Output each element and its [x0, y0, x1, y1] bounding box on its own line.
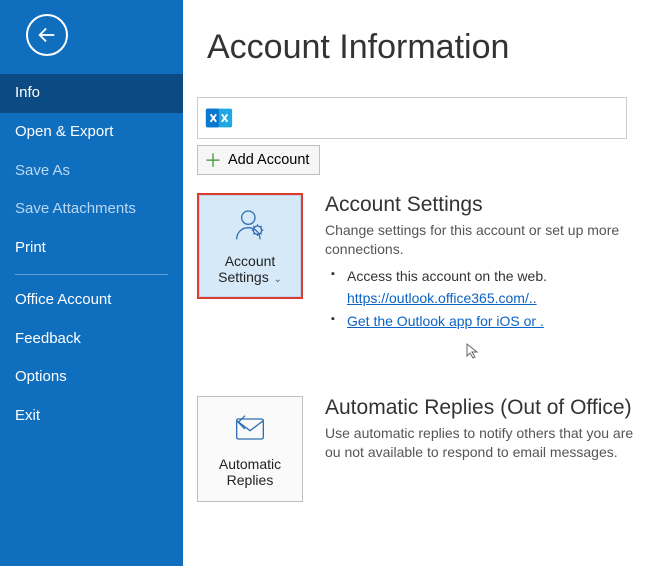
section-heading: Account Settings — [325, 193, 642, 217]
sidebar-item-save-attachments: Save Attachments — [0, 190, 183, 229]
sidebar-item-label: Open & Export — [15, 123, 113, 140]
sidebar-item-options[interactable]: Options — [0, 358, 183, 397]
sidebar-item-feedback[interactable]: Feedback — [0, 320, 183, 359]
arrow-left-icon — [36, 24, 58, 46]
sidebar-item-label: Save Attachments — [15, 200, 136, 217]
separator — [15, 274, 168, 275]
account-selector-area: ＋ Add Account — [197, 97, 648, 175]
bullet-item: Get the Outlook app for iOS or . — [325, 310, 642, 332]
bullet-item: Access this account on the web. https://… — [325, 265, 642, 310]
sidebar-item-open-export[interactable]: Open & Export — [0, 113, 183, 152]
auto-replies-section: Automatic Replies Automatic Replies (Out… — [197, 396, 648, 502]
back-area — [0, 0, 183, 74]
sidebar-item-office-account[interactable]: Office Account — [0, 281, 183, 320]
sidebar-item-label: Info — [15, 84, 40, 101]
sidebar-item-exit[interactable]: Exit — [0, 397, 183, 436]
back-button[interactable] — [26, 14, 68, 56]
exchange-icon — [204, 103, 234, 133]
user-gear-icon — [230, 206, 270, 249]
auto-replies-content: Automatic Replies (Out of Office) Use au… — [325, 396, 648, 502]
sidebar-item-label: Options — [15, 368, 67, 385]
chevron-down-icon: ⌄ — [271, 274, 282, 285]
account-settings-content: Account Settings Change settings for thi… — [325, 193, 648, 332]
tile-label: Automatic Replies — [198, 456, 302, 488]
envelope-reply-icon — [230, 409, 270, 452]
sidebar-item-info[interactable]: Info — [0, 74, 183, 113]
sidebar-item-save-as: Save As — [0, 152, 183, 191]
sidebar-item-label: Exit — [15, 407, 40, 424]
section-desc: Change settings for this account or set … — [325, 221, 642, 259]
account-dropdown[interactable] — [197, 97, 627, 139]
account-settings-section: Account Settings ⌄ Account Settings Chan… — [197, 193, 648, 332]
sidebar: Info Open & Export Save As Save Attachme… — [0, 0, 183, 566]
add-account-label: Add Account — [228, 152, 309, 168]
sidebar-item-label: Feedback — [15, 330, 81, 347]
automatic-replies-tile[interactable]: Automatic Replies — [197, 396, 303, 502]
sidebar-item-print[interactable]: Print — [0, 229, 183, 268]
plus-icon: ＋ — [204, 147, 222, 173]
bullet-text: Access this account on the web. — [347, 268, 547, 284]
outlook-app-link[interactable]: Get the Outlook app for iOS or . — [347, 313, 544, 329]
page-title: Account Information — [183, 0, 648, 67]
tile-label-text: Account Settings — [218, 253, 275, 285]
account-settings-tile[interactable]: Account Settings ⌄ — [197, 193, 303, 299]
sidebar-item-label: Office Account — [15, 291, 111, 308]
sidebar-item-label: Print — [15, 239, 46, 256]
content-area: Account Information ＋ Add Account — [183, 0, 648, 566]
sidebar-item-label: Save As — [15, 162, 70, 179]
add-account-button[interactable]: ＋ Add Account — [197, 145, 320, 175]
section-heading: Automatic Replies (Out of Office) — [325, 396, 642, 420]
owa-link[interactable]: https://outlook.office365.com/.. — [347, 290, 537, 306]
section-desc: Use automatic replies to notify others t… — [325, 424, 642, 462]
tile-label: Account Settings ⌄ — [199, 253, 301, 286]
bullet-list: Access this account on the web. https://… — [325, 265, 642, 332]
